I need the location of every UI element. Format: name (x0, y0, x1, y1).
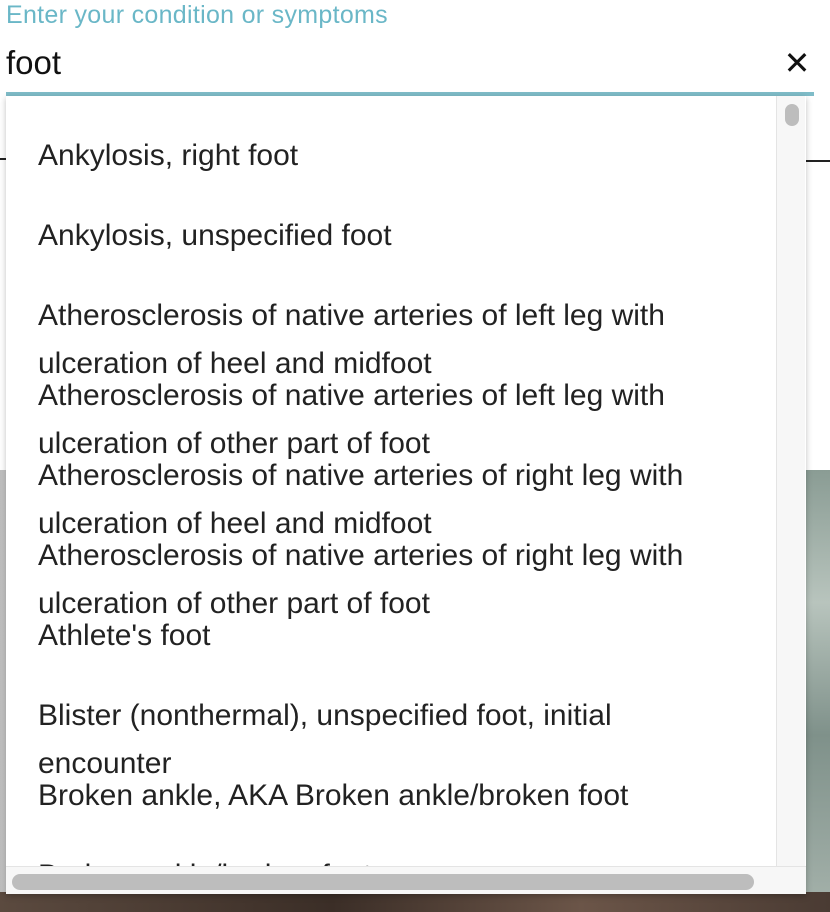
vertical-scrollbar[interactable] (776, 96, 805, 866)
suggestion-item-label: Blister (nonthermal), unspecified foot, … (38, 699, 612, 732)
horizontal-scrollbar[interactable] (6, 866, 806, 894)
suggestion-item[interactable]: Broken ankle/broken foot (38, 852, 768, 866)
suggestion-item-label: Atherosclerosis of native arteries of ri… (38, 459, 684, 492)
search-input[interactable] (6, 40, 766, 86)
suggestion-item-label: Atherosclerosis of native arteries of ri… (38, 539, 684, 572)
suggestion-item[interactable]: Broken ankle, AKA Broken ankle/broken fo… (38, 772, 768, 820)
suggestion-item-label: Athlete's foot (38, 619, 211, 652)
horizontal-scrollbar-thumb[interactable] (12, 874, 754, 890)
suggestions-dropdown: Ankylosis, right foot Ankylosis, unspecif… (6, 96, 806, 894)
suggestion-item[interactable]: Ankylosis, right foot (38, 132, 768, 180)
suggestion-item-label: Ankylosis, right foot (38, 139, 299, 172)
suggestion-item-label: Atherosclerosis of native arteries of le… (38, 299, 665, 332)
close-icon[interactable]: ✕ (782, 47, 812, 79)
background-photo-edge (806, 470, 830, 912)
suggestion-item-label: Broken ankle, AKA Broken ankle/broken fo… (38, 779, 629, 812)
vertical-scrollbar-thumb[interactable] (785, 104, 799, 126)
suggestion-item[interactable]: Ankylosis, unspecified foot (38, 212, 768, 260)
search-label: Enter your condition or symptoms (6, 1, 388, 29)
background-photo-bottom (0, 892, 830, 912)
suggestion-item[interactable]: Athlete's foot (38, 612, 768, 660)
suggestion-item-label: Broken ankle/broken foot (38, 852, 768, 866)
suggestions-list[interactable]: Ankylosis, right foot Ankylosis, unspecif… (6, 96, 776, 866)
suggestion-item-label: Ankylosis, unspecified foot (38, 219, 392, 252)
page: Enter your condition or symptoms ✕ Ankyl… (0, 0, 830, 912)
suggestion-item-label: Atherosclerosis of native arteries of le… (38, 379, 665, 412)
